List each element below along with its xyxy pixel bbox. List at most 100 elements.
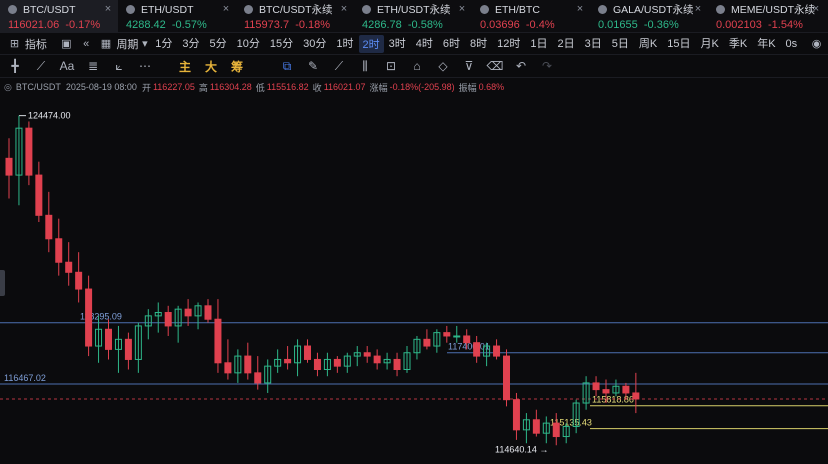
- calendar-icon[interactable]: ▣: [61, 38, 72, 50]
- open-value: 116227.05: [152, 82, 195, 92]
- main-chart-toggle[interactable]: 主: [172, 58, 198, 75]
- coin-icon: [8, 5, 17, 14]
- coin-icon: [362, 5, 371, 14]
- chart-canvas: 118295.09117400.01116467.02115818.861151…: [0, 111, 828, 454]
- indicator-icon[interactable]: ⊞: [9, 38, 20, 50]
- lock-icon[interactable]: ⊡: [378, 59, 404, 73]
- timeframe-option[interactable]: 30分: [298, 35, 331, 53]
- candle-body: [512, 399, 520, 431]
- timeframe-option[interactable]: 10分: [232, 35, 265, 53]
- big-order-toggle[interactable]: 大: [198, 58, 224, 75]
- timeframe-option[interactable]: 8时: [465, 35, 492, 53]
- ohlc-info: ◎ BTC/USDT 2025-08-19 08:00 开 116227.05 高…: [4, 80, 508, 94]
- timeframe-option[interactable]: 6时: [438, 35, 465, 53]
- close-label: 收: [312, 82, 322, 93]
- trend-line-icon[interactable]: ⟋: [28, 59, 54, 74]
- timeframe-option[interactable]: 15分: [265, 35, 298, 53]
- ticker-change: -1.54%: [768, 19, 803, 31]
- ticker-tab[interactable]: ETH/USDT 4288.42 -0.57% ×: [118, 0, 236, 33]
- collapse-icon[interactable]: «: [81, 38, 92, 50]
- eye-icon[interactable]: ◎: [4, 82, 12, 93]
- ticker-tab[interactable]: BTC/USDT永续 115973.7 -0.18% ×: [236, 0, 354, 33]
- change-label: 涨幅: [369, 82, 388, 93]
- candle-body: [224, 362, 232, 374]
- chip-distribution-toggle[interactable]: 筹: [224, 58, 250, 75]
- brush-icon[interactable]: ⟋: [326, 59, 352, 74]
- eraser-icon[interactable]: ◇: [430, 59, 456, 73]
- ticker-tab[interactable]: GALA/USDT永续 0.01655 -0.36% ×: [590, 0, 708, 33]
- change-value: -0.18%(-205.98): [389, 82, 455, 92]
- timeframe-option[interactable]: 12时: [492, 35, 525, 53]
- filter-icon[interactable]: ⊽: [456, 59, 482, 73]
- magnet-icon[interactable]: ⧉: [274, 59, 300, 74]
- timeframe-option[interactable]: 3分: [177, 35, 204, 53]
- timeframe-option[interactable]: 季K: [724, 35, 752, 53]
- candle-body: [363, 352, 371, 357]
- candle-body: [503, 355, 510, 401]
- grid-layout-icon[interactable]: ▦: [101, 38, 112, 50]
- candle-type-icon[interactable]: ⫼: [352, 59, 378, 74]
- open-label: 开: [141, 82, 151, 93]
- ticker-tab[interactable]: BTC/USDT 116021.06 -0.17% ×: [0, 0, 118, 33]
- pen-icon[interactable]: ✎: [300, 59, 326, 73]
- timeframe-option[interactable]: 2时: [358, 34, 384, 53]
- fib-tool-icon[interactable]: ≣: [80, 59, 106, 73]
- ticker-name: ETH/BTC: [495, 3, 540, 16]
- timeframe-option[interactable]: 2日: [553, 35, 580, 53]
- trash-icon[interactable]: ⌫: [482, 59, 508, 73]
- candle-body: [622, 385, 630, 394]
- timeframe-option[interactable]: 4时: [411, 35, 438, 53]
- close-icon[interactable]: ×: [102, 3, 114, 15]
- timeframe-option[interactable]: 15日: [662, 35, 695, 53]
- timeframe-option[interactable]: 5分: [205, 35, 232, 53]
- high-label: 高: [198, 82, 208, 93]
- ticker-strip: BTC/USDT 116021.06 -0.17% × ETH/USDT 4288.42…: [0, 0, 828, 33]
- candle-body: [184, 308, 192, 317]
- timeframe-toolbar: ⊞ 指标 ▣ « ▦ 周期 ▾ 1分 3分 5分 10分 15分 30分 1时 2时 3时 4时 6…: [0, 33, 828, 55]
- more-icon[interactable]: ⋯: [132, 59, 158, 73]
- chevron-down-icon[interactable]: ▾: [139, 38, 150, 50]
- ticker-change: -0.36%: [643, 19, 679, 31]
- undo-icon[interactable]: ↶: [508, 59, 534, 73]
- timeframe-option[interactable]: 5日: [607, 35, 634, 53]
- candle-body: [45, 214, 53, 240]
- close-icon[interactable]: ×: [338, 3, 350, 15]
- timeframe-option[interactable]: 1日: [525, 35, 552, 53]
- panel-drag-handle[interactable]: [0, 270, 5, 296]
- timeframe-option[interactable]: 月K: [696, 35, 724, 53]
- timeframe-option[interactable]: 1时: [331, 35, 358, 53]
- shape-tool-icon[interactable]: ⟀: [106, 59, 132, 74]
- close-icon[interactable]: ×: [574, 3, 586, 15]
- drawing-toolbar: ╋ ⟋ Aa ≣ ⟀ ⋯ 主 大 筹 ⧉ ✎ ⟋ ⫼ ⊡ ⌂ ◇ ⊽ ⌫ ↶ ↷: [0, 55, 828, 78]
- ticker-price: 0.01655: [598, 19, 638, 31]
- ticker-tab[interactable]: ETH/BTC 0.03696 -0.4% ×: [472, 0, 590, 33]
- crosshair-icon[interactable]: ╋: [2, 59, 28, 73]
- ticker-change: -0.17%: [65, 19, 101, 31]
- timeframe-option[interactable]: 年K: [752, 35, 780, 53]
- coin-icon: [126, 5, 135, 14]
- timeframe-option[interactable]: 3时: [384, 35, 411, 53]
- timeframe-option[interactable]: 1分: [150, 35, 177, 53]
- indicator-button[interactable]: 指标: [20, 36, 52, 52]
- close-icon[interactable]: ×: [810, 3, 822, 15]
- close-icon[interactable]: ×: [692, 3, 704, 15]
- refresh-interval[interactable]: 0s: [781, 38, 803, 50]
- screenshot-icon[interactable]: ◉: [811, 38, 822, 50]
- coin-icon: [244, 5, 253, 14]
- ticker-tab[interactable]: MEME/USDT永续 0.002103 -1.54% ×: [708, 0, 826, 33]
- close-icon[interactable]: ×: [220, 3, 232, 15]
- ticker-name: BTC/USDT: [23, 3, 76, 16]
- close-icon[interactable]: ×: [456, 3, 468, 15]
- visibility-icon[interactable]: ⌂: [404, 59, 430, 73]
- ticker-price: 4286.78: [362, 19, 402, 31]
- redo-icon[interactable]: ↷: [534, 59, 560, 73]
- timeframe-option[interactable]: 3日: [580, 35, 607, 53]
- ticker-tab[interactable]: ETH/USDT永续 4286.78 -0.58% ×: [354, 0, 472, 33]
- high-marker-label: 124474.00: [28, 111, 71, 121]
- candle-body: [592, 382, 600, 391]
- timeframe-option[interactable]: 周K: [634, 35, 662, 53]
- candle-body: [493, 345, 501, 357]
- candle-body: [204, 305, 212, 320]
- text-tool[interactable]: Aa: [54, 59, 80, 73]
- candlestick-chart[interactable]: 118295.09 117400.01 116467.02 115818.86 1151…: [0, 96, 828, 464]
